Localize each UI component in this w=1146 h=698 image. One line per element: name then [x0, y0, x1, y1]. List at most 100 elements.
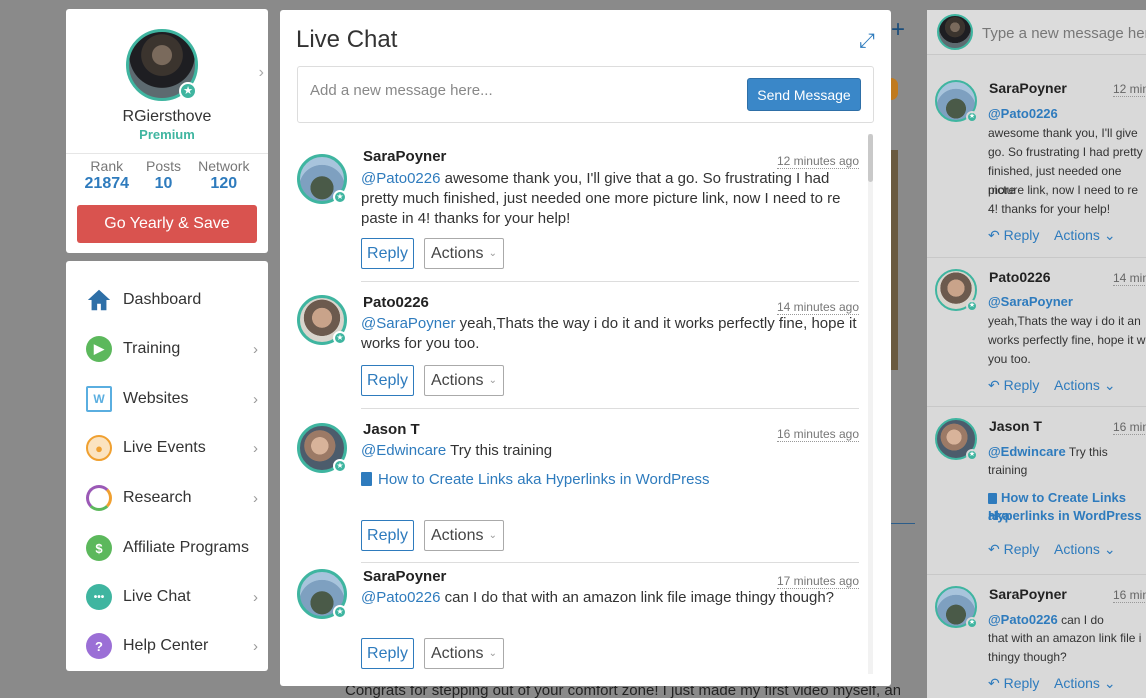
message-timestamp: 16 minutes ago [776, 427, 859, 442]
message-input[interactable] [310, 79, 730, 101]
avatar[interactable]: ★ [935, 269, 978, 312]
actions-button[interactable]: Actions ⌄ [424, 238, 504, 269]
avatar[interactable]: ★ [297, 569, 347, 619]
message-body: can I do [1057, 613, 1104, 627]
message-text-line: picture link, now I need to re [988, 183, 1139, 197]
divider [361, 408, 859, 409]
actions-label: Actions [431, 371, 484, 389]
message-username[interactable]: Pato0226 [363, 294, 429, 311]
mention-link[interactable]: @SaraPoyner [361, 315, 455, 332]
actions-label: Actions [431, 244, 484, 262]
sidebar-item-research[interactable]: Research › [66, 478, 268, 518]
message-text: @Edwincare Try this training [361, 441, 859, 461]
reply-label: Reply [1003, 675, 1040, 691]
mention-link[interactable]: @Pato0226 [361, 589, 440, 606]
message-text-line: you too. [988, 352, 1031, 366]
reply-button[interactable]: Reply [361, 520, 414, 551]
message-username[interactable]: Pato0226 [989, 269, 1050, 285]
actions-button[interactable]: Actions ⌄ [1054, 675, 1116, 692]
reply-button[interactable]: Reply [361, 638, 414, 669]
add-icon[interactable]: + [891, 16, 905, 44]
mention-link[interactable]: @Edwincare [988, 444, 1066, 459]
send-message-button[interactable]: Send Message [747, 78, 861, 111]
background-divider [891, 523, 915, 524]
mention-link[interactable]: @SaraPoyner [988, 294, 1073, 309]
training-link[interactable]: How to Create Links aka Hyperlinks in Wo… [361, 471, 710, 488]
scrollbar[interactable] [868, 134, 873, 674]
reply-button[interactable]: Reply [361, 238, 414, 269]
message-username[interactable]: SaraPoyner [989, 586, 1067, 602]
message-timestamp: 17 minutes ago [776, 574, 859, 589]
avatar[interactable]: ★ [297, 423, 347, 473]
sidebar-item-websites[interactable]: W Websites › [66, 379, 268, 419]
profile-stats: Rank 21874 Posts 10 Network 120 [76, 158, 258, 193]
help-icon: ? [86, 633, 112, 659]
sidebar-item-help-center[interactable]: ? Help Center › [66, 626, 268, 666]
profile-username[interactable]: RGiersthove [66, 108, 268, 126]
go-yearly-button[interactable]: Go Yearly & Save [77, 205, 257, 243]
side-chat-message: ★ SaraPoyner 16 min @Pato0226 can I do t… [927, 576, 1146, 698]
side-message-input[interactable] [982, 22, 1146, 44]
sidebar-item-label: Training [123, 340, 181, 357]
reply-button[interactable]: ↶ Reply [988, 227, 1039, 244]
sidebar-item-affiliate-programs[interactable]: $ Affiliate Programs [66, 528, 268, 568]
chevron-right-icon[interactable]: › [259, 64, 264, 82]
avatar[interactable]: ★ [297, 154, 347, 204]
sidebar-item-live-events[interactable]: ● Live Events › [66, 428, 268, 468]
avatar[interactable]: ★ [126, 29, 198, 101]
actions-label: Actions [1054, 227, 1100, 243]
actions-button[interactable]: Actions ⌄ [1054, 541, 1116, 558]
avatar[interactable]: ★ [935, 418, 978, 461]
message-username[interactable]: Jason T [363, 421, 420, 438]
avatar[interactable]: ★ [935, 586, 978, 629]
message-timestamp: 14 min [1113, 271, 1146, 286]
star-icon: ★ [966, 300, 978, 312]
actions-button[interactable]: Actions ⌄ [424, 638, 504, 669]
sidebar-item-label: Websites [123, 390, 189, 407]
stat-posts[interactable]: Posts 10 [146, 158, 181, 193]
chevron-right-icon: › [253, 340, 258, 358]
training-link-continued[interactable]: Hyperlinks in WordPress [988, 507, 1146, 525]
message-composer: Send Message [297, 66, 874, 123]
star-icon: ★ [966, 111, 978, 123]
reply-button[interactable]: ↶ Reply [988, 541, 1039, 558]
affiliate-icon: $ [86, 535, 112, 561]
stat-network[interactable]: Network 120 [198, 158, 249, 193]
actions-button[interactable]: Actions ⌄ [1054, 377, 1116, 394]
mention-link[interactable]: @Pato0226 [988, 106, 1058, 121]
mention-link[interactable]: @Pato0226 [361, 170, 440, 187]
reply-button[interactable]: ↶ Reply [988, 675, 1039, 692]
membership-tier: Premium [139, 127, 195, 142]
sidebar-item-live-chat[interactable]: ••• Live Chat › [66, 577, 268, 617]
sidebar-item-training[interactable]: ▶ Training › [66, 329, 268, 369]
sidebar-item-dashboard[interactable]: Dashboard [66, 280, 268, 320]
reply-button[interactable]: Reply [361, 365, 414, 396]
avatar[interactable]: ★ [935, 80, 978, 123]
message-timestamp: 16 min [1113, 420, 1146, 435]
expand-icon[interactable]: ⤢ [859, 30, 875, 53]
research-icon [86, 485, 112, 511]
message-username[interactable]: SaraPoyner [363, 148, 446, 165]
mention-link[interactable]: @Edwincare [361, 442, 446, 459]
actions-label: Actions [1054, 377, 1100, 393]
document-icon [988, 493, 997, 504]
message-timestamp: 12 minutes ago [776, 154, 859, 169]
reply-button[interactable]: ↶ Reply [988, 377, 1039, 394]
message-text: @Pato0226 can I do that with an amazon l… [361, 588, 859, 608]
document-icon [361, 472, 372, 486]
mention-link[interactable]: @Pato0226 [988, 612, 1058, 627]
avatar[interactable] [937, 14, 973, 50]
chevron-right-icon: › [253, 439, 258, 457]
message-username[interactable]: SaraPoyner [989, 80, 1067, 96]
actions-label: Actions [1054, 675, 1100, 691]
scrollbar-thumb[interactable] [868, 134, 873, 182]
avatar[interactable]: ★ [297, 295, 347, 345]
website-icon: W [86, 386, 112, 412]
actions-button[interactable]: Actions ⌄ [424, 365, 504, 396]
message-username[interactable]: SaraPoyner [363, 568, 446, 585]
actions-button[interactable]: Actions ⌄ [1054, 227, 1116, 244]
stat-rank[interactable]: Rank 21874 [85, 158, 130, 193]
actions-button[interactable]: Actions ⌄ [424, 520, 504, 551]
chevron-down-icon: ⌄ [1103, 675, 1116, 691]
message-username[interactable]: Jason T [989, 418, 1042, 434]
